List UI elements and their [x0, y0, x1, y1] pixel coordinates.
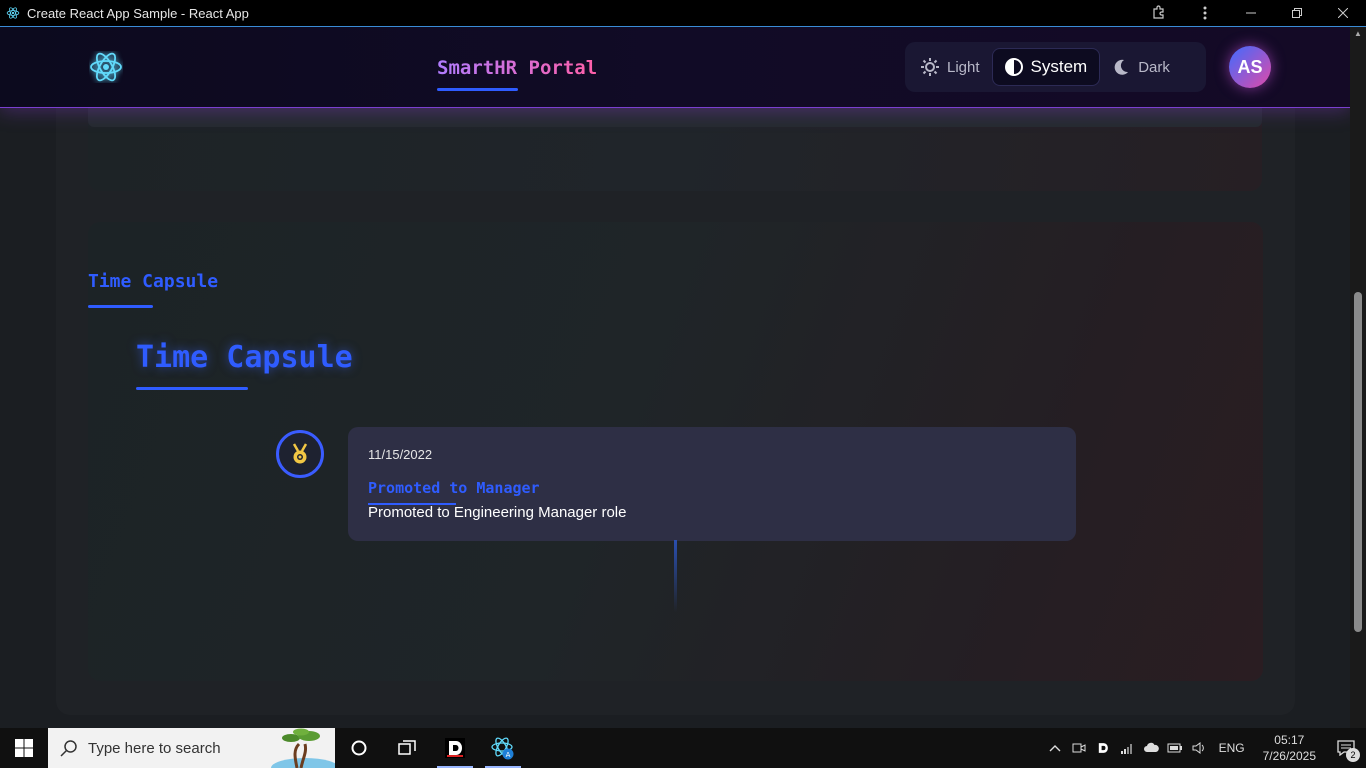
d-app-icon: [1096, 741, 1110, 755]
signal-bars-icon: [1120, 742, 1134, 754]
chevron-up-icon: [1049, 744, 1061, 752]
theme-dark-label: Dark: [1138, 59, 1170, 76]
brand-underline: [437, 88, 518, 91]
event-description: Promoted to Engineering Manager role: [368, 504, 627, 521]
restore-icon: [1292, 8, 1302, 18]
window-titlebar: Create React App Sample - React App: [0, 0, 1366, 27]
timeline-event-marker: [276, 430, 324, 478]
heading-underline: [136, 387, 248, 390]
theme-light-label: Light: [947, 59, 980, 76]
page-viewport: Time Capsule Time Capsule 11/15/2022 Pro…: [0, 27, 1350, 728]
show-hidden-icons-button[interactable]: [1043, 728, 1067, 768]
taskbar-app-d[interactable]: [431, 728, 479, 768]
react-electron-icon: A: [491, 736, 515, 760]
start-button[interactable]: [0, 728, 48, 768]
speaker-icon: [1192, 742, 1206, 754]
react-app-icon: [6, 6, 20, 20]
restore-button[interactable]: [1274, 0, 1320, 26]
section-title-underline: [88, 305, 153, 308]
theme-system-button[interactable]: System: [992, 48, 1101, 86]
bonsai-tree-icon: [265, 728, 335, 768]
puzzle-icon: [1151, 5, 1167, 21]
event-date: 11/15/2022: [368, 447, 432, 462]
window-title: Create React App Sample - React App: [27, 6, 249, 21]
close-icon: [1338, 8, 1348, 18]
more-options-button[interactable]: [1182, 0, 1228, 26]
theme-light-button[interactable]: Light: [909, 48, 992, 86]
half-circle-icon: [1005, 58, 1023, 76]
cortana-button[interactable]: [335, 728, 383, 768]
extensions-button[interactable]: [1136, 0, 1182, 26]
time-capsule-card: Time Capsule Time Capsule 11/15/2022 Pro…: [88, 222, 1263, 681]
task-view-icon: [398, 740, 416, 756]
battery-icon: [1167, 743, 1183, 753]
time-capsule-heading: Time Capsule: [136, 340, 353, 375]
search-placeholder: Type here to search: [88, 740, 221, 757]
tray-app-d[interactable]: [1091, 728, 1115, 768]
scrollbar-thumb[interactable]: [1354, 292, 1362, 632]
minimize-icon: [1246, 8, 1256, 18]
d-app-icon: [445, 738, 465, 758]
taskbar-search[interactable]: Type here to search: [48, 728, 335, 768]
taskbar-app-react[interactable]: A: [479, 728, 527, 768]
minimize-button[interactable]: [1228, 0, 1274, 26]
theme-system-label: System: [1031, 57, 1088, 77]
clock-date: 7/26/2025: [1263, 748, 1316, 764]
search-icon: [60, 739, 78, 757]
section-title: Time Capsule: [88, 271, 218, 292]
medal-icon: [289, 443, 311, 465]
user-avatar[interactable]: AS: [1229, 46, 1271, 88]
theme-switcher: Light System Dark: [905, 42, 1206, 92]
action-center-button[interactable]: 2: [1326, 728, 1366, 768]
event-title: Promoted to Manager: [368, 479, 540, 497]
timeline-line: [674, 540, 677, 612]
brand-title[interactable]: SmartHR Portal: [437, 57, 597, 79]
meet-now-button[interactable]: [1067, 728, 1091, 768]
scroll-up-icon[interactable]: ▲: [1354, 29, 1362, 38]
react-logo-icon[interactable]: [89, 51, 123, 83]
cloud-icon: [1143, 742, 1159, 754]
language-indicator[interactable]: ENG: [1211, 741, 1253, 755]
system-tray: ENG 05:17 7/26/2025 2: [1043, 728, 1366, 768]
top-navbar: SmartHR Portal Light System: [0, 27, 1350, 108]
task-view-button[interactable]: [383, 728, 431, 768]
camera-icon: [1072, 742, 1086, 754]
sun-icon: [921, 58, 939, 76]
timeline-event-card[interactable]: 11/15/2022 Promoted to Manager Promoted …: [348, 427, 1076, 541]
windows-logo-icon: [15, 739, 33, 757]
network-signal-button[interactable]: [1115, 728, 1139, 768]
volume-button[interactable]: [1187, 728, 1211, 768]
svg-text:A: A: [506, 751, 511, 759]
clock-time: 05:17: [1263, 732, 1316, 748]
windows-taskbar: Type here to search: [0, 728, 1366, 768]
taskbar-clock[interactable]: 05:17 7/26/2025: [1253, 732, 1326, 764]
battery-button[interactable]: [1163, 728, 1187, 768]
onedrive-button[interactable]: [1139, 728, 1163, 768]
moon-icon: [1112, 58, 1130, 76]
cortana-circle-icon: [351, 740, 367, 756]
vertical-dots-icon: [1203, 6, 1207, 20]
page-scrollbar[interactable]: ▲: [1350, 27, 1366, 728]
theme-dark-button[interactable]: Dark: [1100, 48, 1182, 86]
notification-count-badge: 2: [1346, 748, 1360, 762]
close-button[interactable]: [1320, 0, 1366, 26]
